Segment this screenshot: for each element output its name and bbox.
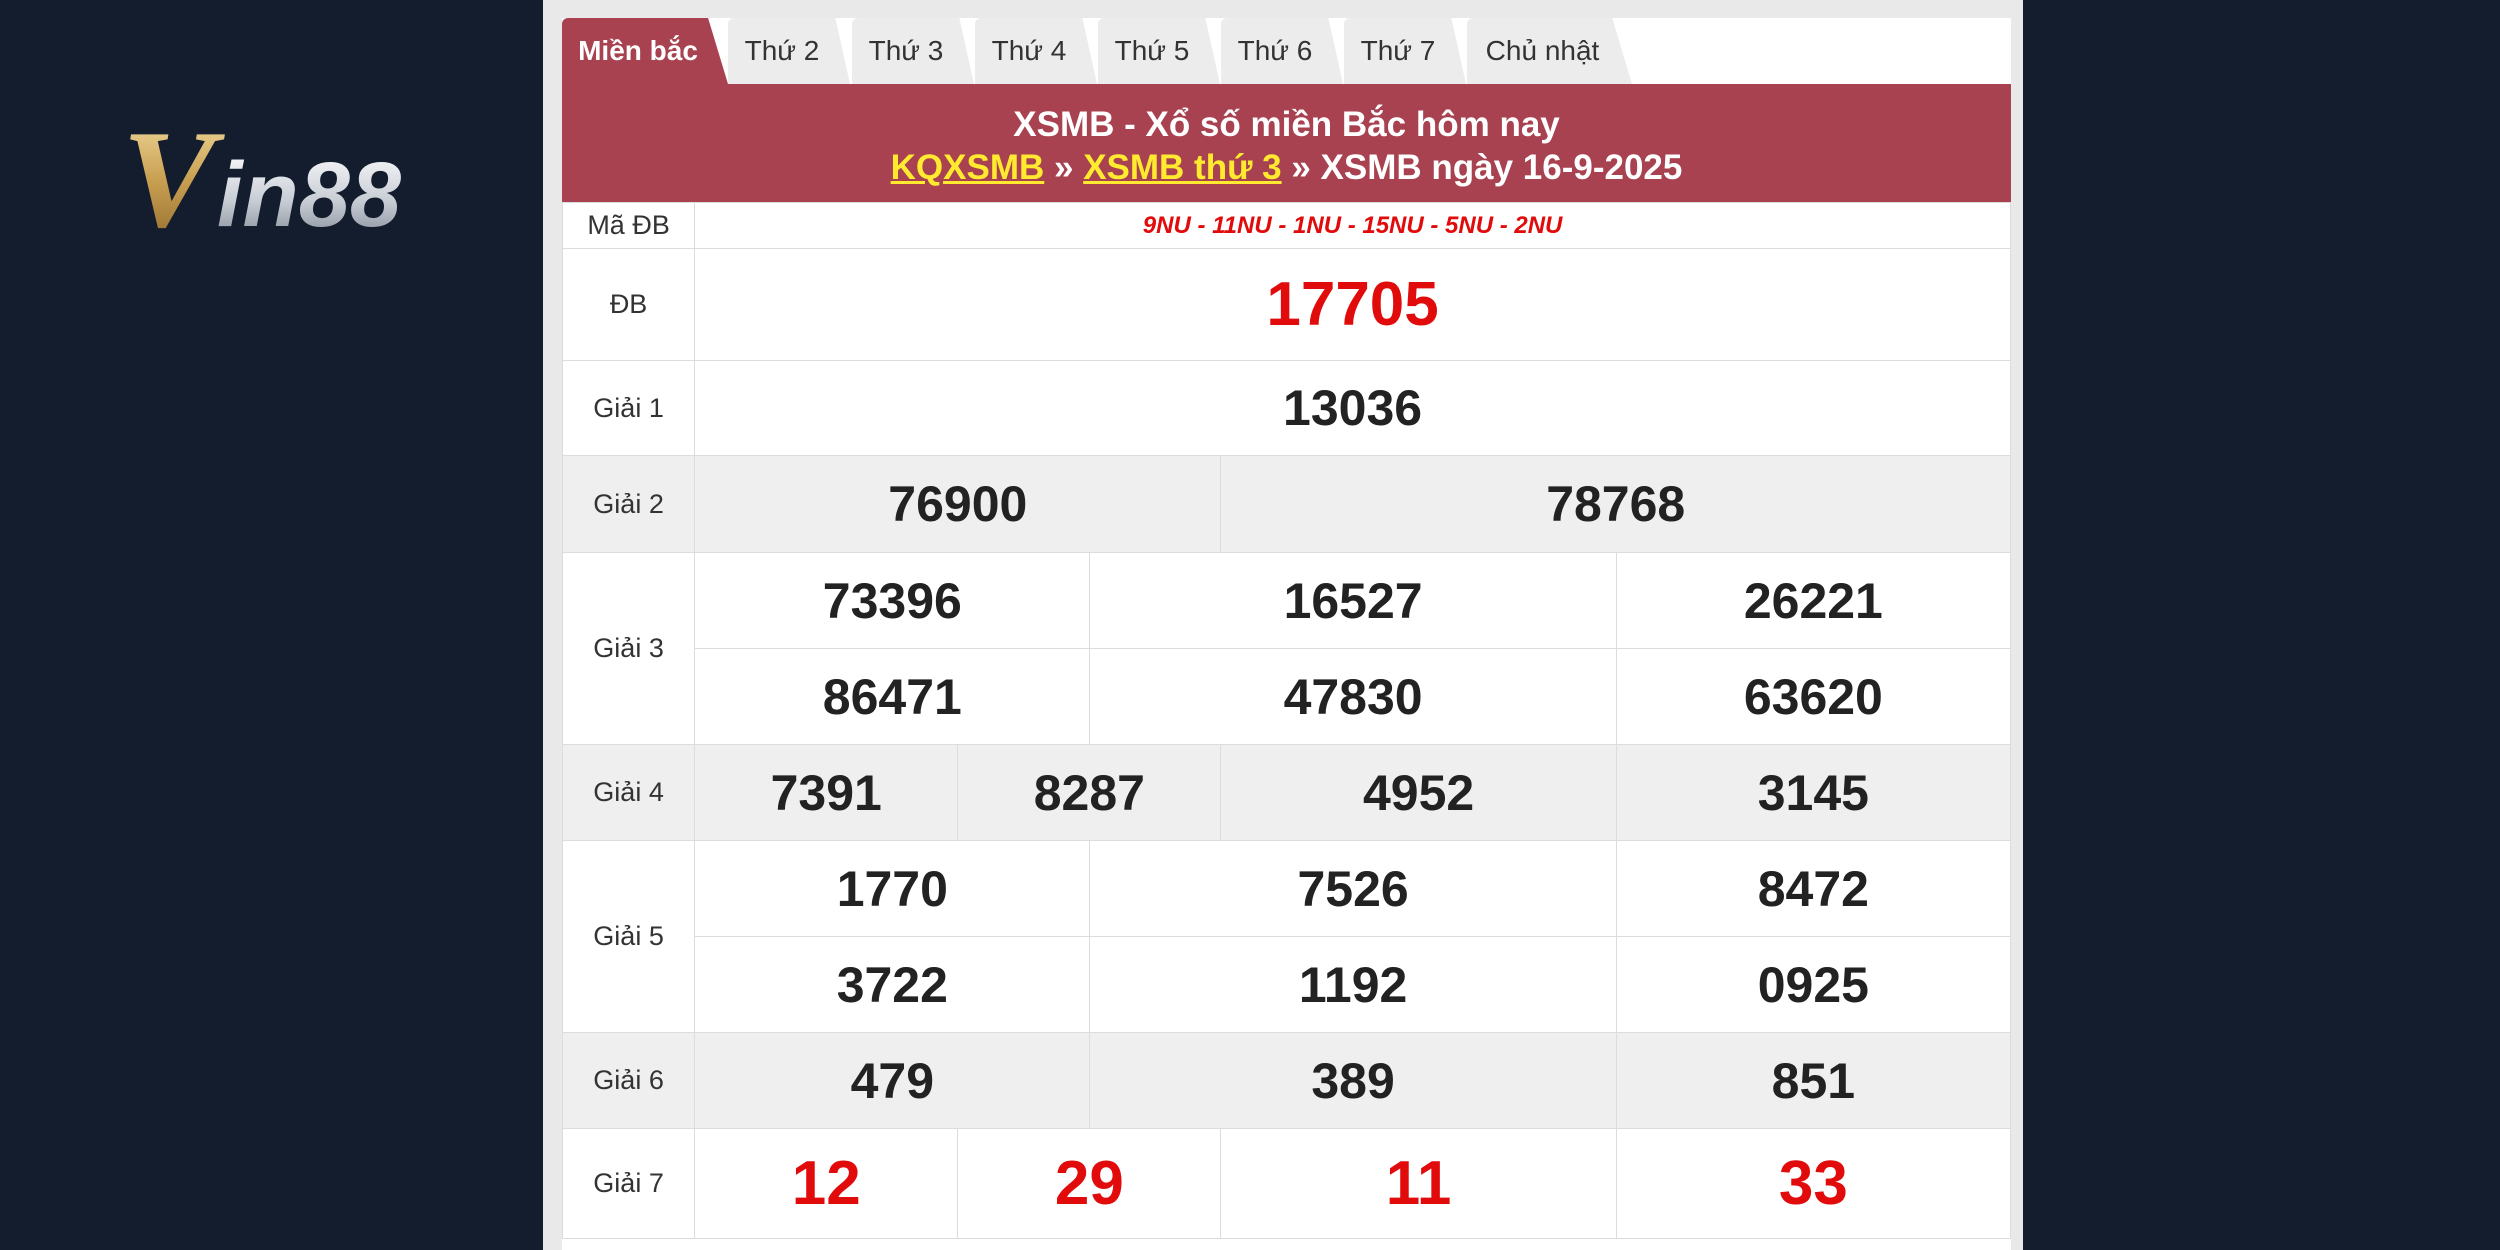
ma-db-label: Mã ĐB	[561, 202, 696, 249]
giai-7-number: 12	[694, 1128, 959, 1239]
giai-7-number: 29	[957, 1128, 1222, 1239]
tab-thu-6[interactable]: Thứ 6	[1221, 18, 1343, 84]
header-title: XSMB - Xổ số miền Bắc hôm nay	[1013, 105, 1560, 144]
giai-3-number: 86471	[694, 648, 1091, 745]
giai-5-label: Giải 5	[561, 840, 696, 1033]
tab-thu-7[interactable]: Thứ 7	[1344, 18, 1466, 84]
row-giai-5: Giải 5 1770 7526 8472	[561, 840, 2012, 1033]
breadcrumb-kqxsmb-link[interactable]: KQXSMB	[891, 148, 1045, 187]
logo-rest: in88	[217, 144, 402, 246]
vin88-logo-graphic: V in88	[122, 108, 402, 248]
results-header: XSMB - Xổ số miền Bắc hôm nay KQXSMB » X…	[562, 84, 2011, 202]
row-giai-3: Giải 3 73396 16527 26221	[561, 552, 2012, 745]
row-giai-7: Giải 7 12 29 11 33	[561, 1128, 2012, 1239]
breadcrumb-current: XSMB ngày 16-9-2025	[1320, 148, 1683, 187]
tab-thu-5[interactable]: Thứ 5	[1098, 18, 1220, 84]
tab-chu-nhat[interactable]: Chủ nhật	[1467, 18, 1632, 84]
giai-4-number: 4952	[1220, 744, 1617, 841]
tab-thu-4[interactable]: Thứ 4	[975, 18, 1097, 84]
row-ma-db: Mã ĐB 9NU - 11NU - 1NU - 15NU - 5NU - 2N…	[561, 202, 2011, 249]
giai-3-number: 26221	[1615, 552, 2012, 649]
giai-5-number: 0925	[1615, 936, 2012, 1033]
ma-db-value: 9NU - 11NU - 1NU - 15NU - 5NU - 2NU	[694, 202, 2011, 249]
tab-mien-bac[interactable]: Miền bắc	[562, 18, 728, 84]
results-container: Miền bắc Thứ 2 Thứ 3 Thứ 4 Thứ 5 Thứ 6 T…	[561, 18, 2012, 1250]
giai-4-label: Giải 4	[561, 744, 696, 841]
breadcrumb: KQXSMB » XSMB thứ 3 » XSMB ngày 16-9-202…	[562, 146, 2011, 190]
results-table: Mã ĐB 9NU - 11NU - 1NU - 15NU - 5NU - 2N…	[561, 202, 2012, 1239]
giai-4-number: 7391	[694, 744, 959, 841]
row-db: ĐB 17705	[561, 248, 2011, 361]
logo-v: V	[122, 108, 225, 248]
giai-6-number: 389	[1089, 1032, 1617, 1129]
giai-3-number: 47830	[1089, 648, 1617, 745]
giai-6-number: 851	[1615, 1032, 2012, 1129]
row-giai-6: Giải 6 479 389 851	[561, 1032, 2012, 1129]
tab-thu-3[interactable]: Thứ 3	[852, 18, 974, 84]
giai-7-label: Giải 7	[561, 1128, 696, 1239]
giai-3-label: Giải 3	[561, 552, 696, 745]
giai-3-number: 63620	[1615, 648, 2012, 745]
db-number: 17705	[694, 248, 2011, 361]
giai-7-number: 33	[1615, 1128, 2012, 1239]
region-tabs: Miền bắc Thứ 2 Thứ 3 Thứ 4 Thứ 5 Thứ 6 T…	[562, 18, 2011, 84]
giai-2-number: 76900	[694, 455, 1222, 553]
giai-7-number: 11	[1220, 1128, 1617, 1239]
tab-thu-2[interactable]: Thứ 2	[728, 18, 850, 84]
giai-5-number: 1192	[1089, 936, 1617, 1033]
giai-6-number: 479	[694, 1032, 1091, 1129]
giai-2-label: Giải 2	[561, 455, 696, 553]
giai-1-label: Giải 1	[561, 360, 696, 456]
giai-1-number: 13036	[694, 360, 2011, 456]
giai-3-number: 73396	[694, 552, 1091, 649]
giai-5-number: 1770	[694, 840, 1091, 937]
giai-6-label: Giải 6	[561, 1032, 696, 1129]
db-label: ĐB	[561, 248, 696, 361]
breadcrumb-separator: »	[1281, 148, 1321, 187]
breadcrumb-xsmb-thu-3-link[interactable]: XSMB thứ 3	[1083, 148, 1281, 187]
vin88-logo: V in88	[122, 108, 502, 248]
giai-4-number: 8287	[957, 744, 1222, 841]
giai-3-number: 16527	[1089, 552, 1617, 649]
giai-5-number: 3722	[694, 936, 1091, 1033]
giai-4-number: 3145	[1615, 744, 2012, 841]
row-giai-4: Giải 4 7391 8287 4952 3145	[561, 744, 2012, 841]
breadcrumb-separator: »	[1044, 148, 1084, 187]
row-giai-2: Giải 2 76900 78768	[561, 455, 2011, 553]
row-giai-3b: 86471 47830 63620	[563, 648, 2012, 745]
results-panel: Miền bắc Thứ 2 Thứ 3 Thứ 4 Thứ 5 Thứ 6 T…	[543, 0, 2023, 1250]
giai-5-number: 8472	[1615, 840, 2012, 937]
giai-2-number: 78768	[1220, 455, 2011, 553]
row-giai-1: Giải 1 13036	[561, 360, 2011, 456]
giai-5-number: 7526	[1089, 840, 1617, 937]
row-giai-5b: 3722 1192 0925	[563, 936, 2012, 1033]
